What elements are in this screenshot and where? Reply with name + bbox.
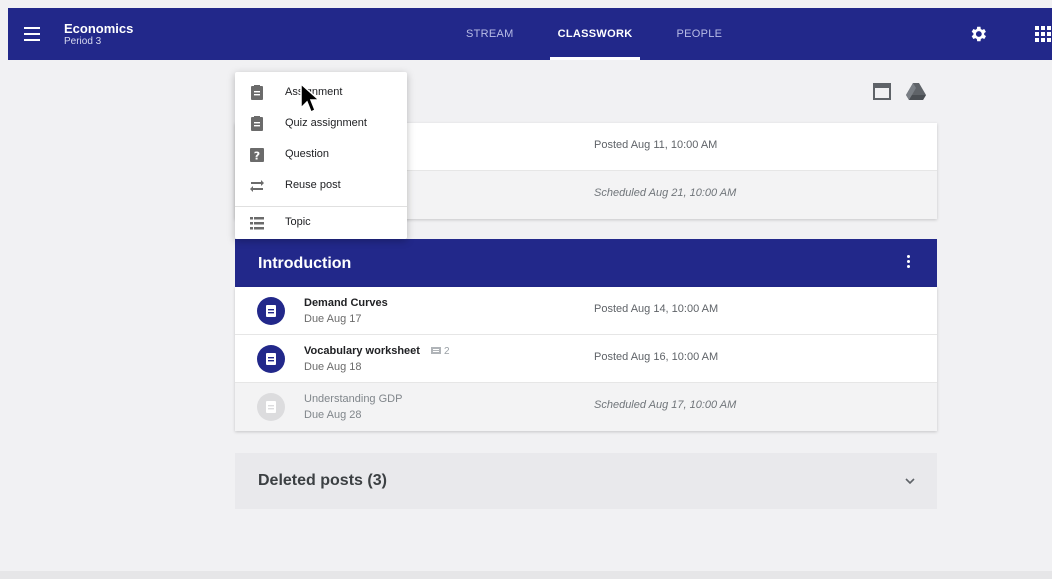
top-app-bar: Economics Period 3 STREAM CLASSWORK PEOP…: [8, 8, 1052, 60]
menu-item-topic[interactable]: Topic: [235, 208, 407, 238]
assignment-icon: [257, 297, 285, 325]
assignment-icon: [257, 393, 285, 421]
item-title: Understanding GDP: [304, 393, 403, 405]
item-due: Due Aug 28: [304, 409, 362, 421]
comment-count-value: 2: [444, 346, 450, 357]
assignment-icon: [257, 345, 285, 373]
menu-icon[interactable]: [24, 27, 40, 41]
post-status: Posted Aug 14, 10:00 AM: [594, 303, 719, 315]
post-status: Posted Aug 16, 10:00 AM: [594, 351, 719, 363]
quiz-assignment-icon: [251, 116, 263, 131]
post-status: Scheduled Aug 17, 10:00 AM: [594, 399, 737, 411]
menu-item-label: Quiz assignment: [285, 117, 367, 129]
item-title: Demand Curves: [304, 297, 388, 309]
topic-title: Introduction: [258, 255, 352, 272]
mouse-pointer-icon: [300, 82, 321, 114]
tab-classwork[interactable]: CLASSWORK: [536, 8, 655, 60]
topic-header: Introduction: [235, 239, 937, 287]
deleted-posts-label: Deleted posts (3): [258, 472, 387, 489]
deleted-posts-panel[interactable]: Deleted posts (3): [235, 453, 937, 509]
list-item[interactable]: Vocabulary worksheet 2 Due Aug 18 Posted…: [235, 335, 937, 383]
menu-item-label: Reuse post: [285, 179, 341, 191]
menu-item-question[interactable]: ? Question: [235, 140, 407, 170]
svg-text:?: ?: [254, 150, 260, 163]
class-section: Period 3: [64, 36, 102, 47]
question-icon: ?: [250, 148, 264, 163]
topic-icon: [250, 217, 264, 230]
list-item[interactable]: Understanding GDP Due Aug 28 Scheduled A…: [235, 383, 937, 431]
apps-grid-icon[interactable]: [1035, 26, 1052, 42]
menu-item-label: Topic: [285, 216, 311, 228]
comment-count: 2: [431, 346, 450, 357]
item-due: Due Aug 17: [304, 313, 362, 325]
post-status: Scheduled Aug 21, 10:00 AM: [594, 187, 737, 199]
tab-stream[interactable]: STREAM: [444, 8, 536, 60]
topic-items-card: Demand Curves Due Aug 17 Posted Aug 14, …: [235, 287, 937, 431]
assignment-icon: [251, 85, 263, 100]
comment-icon: [431, 347, 441, 354]
post-status: Posted Aug 11, 10:00 AM: [594, 139, 718, 151]
more-options-icon[interactable]: [907, 255, 911, 271]
classroom-screen: Economics Period 3 STREAM CLASSWORK PEOP…: [8, 8, 1052, 571]
tab-people[interactable]: PEOPLE: [654, 8, 744, 60]
list-item[interactable]: Demand Curves Due Aug 17 Posted Aug 14, …: [235, 287, 937, 335]
item-due: Due Aug 18: [304, 361, 362, 373]
gear-icon[interactable]: [968, 24, 988, 44]
menu-item-label: Question: [285, 148, 330, 160]
chevron-down-icon[interactable]: [904, 475, 916, 487]
drive-icon[interactable]: [906, 82, 926, 100]
item-title: Vocabulary worksheet: [304, 345, 420, 357]
class-title[interactable]: Economics: [64, 21, 133, 36]
bottom-strip: [0, 571, 1052, 579]
menu-item-reuse-post[interactable]: Reuse post: [235, 171, 407, 201]
menu-divider: [235, 206, 407, 207]
calendar-icon[interactable]: [872, 81, 892, 101]
tab-bar: STREAM CLASSWORK PEOPLE: [444, 8, 744, 60]
reuse-icon: [250, 180, 264, 192]
